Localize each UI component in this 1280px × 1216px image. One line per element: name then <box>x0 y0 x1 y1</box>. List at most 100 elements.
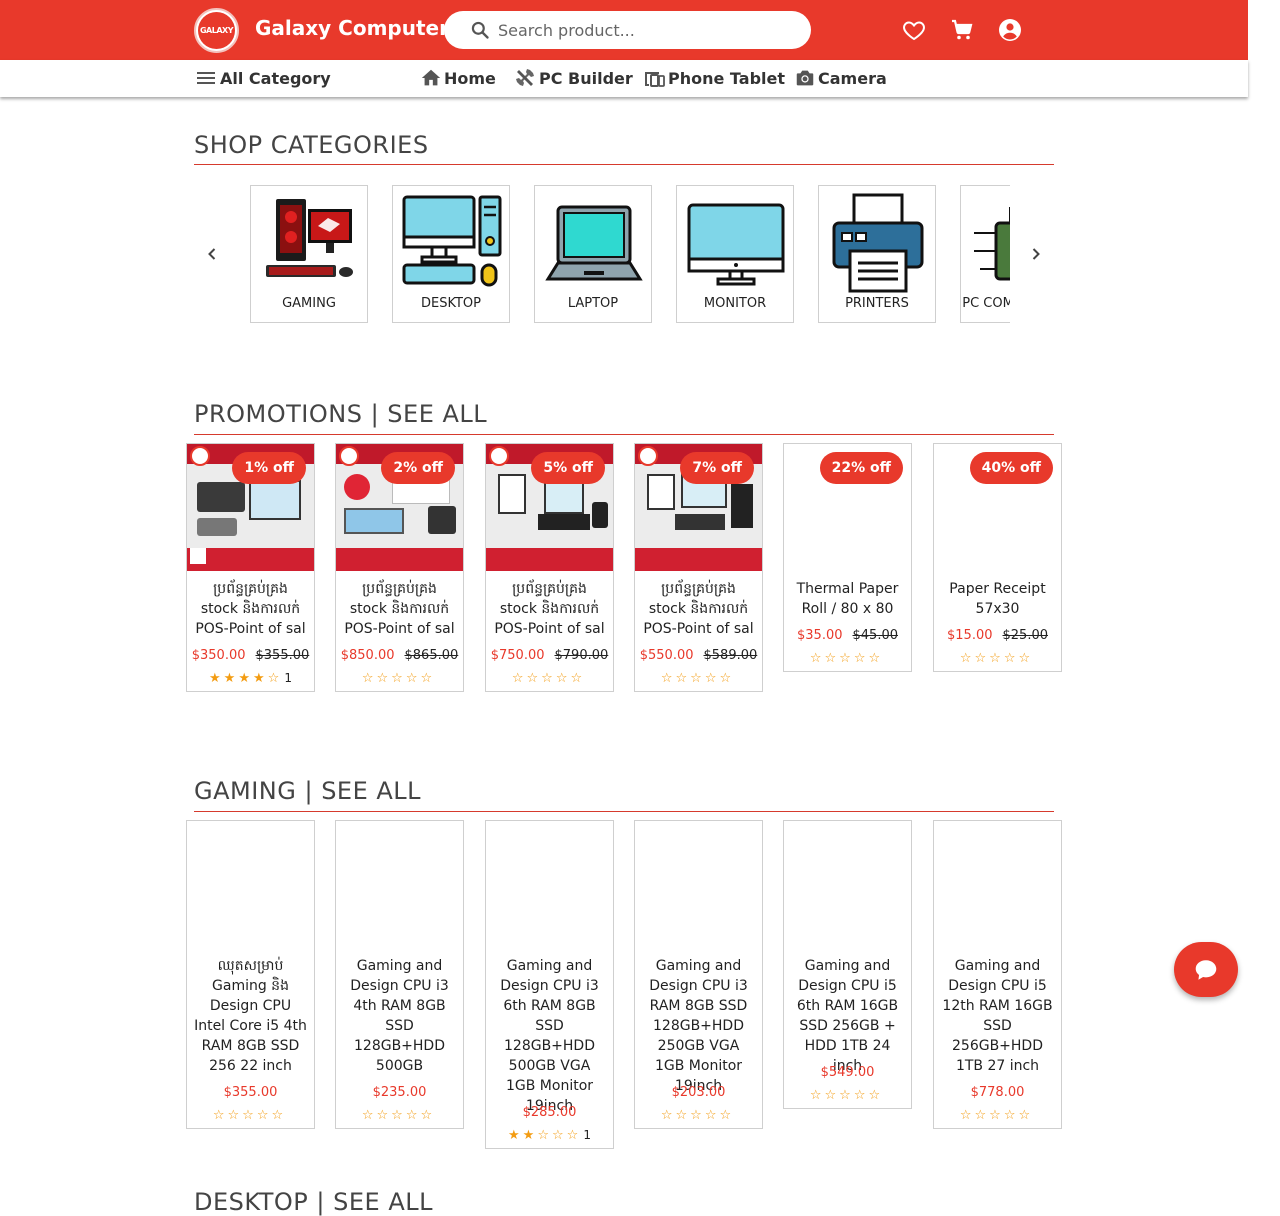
product-card[interactable]: Gaming and Design CPU i5 12th RAM 16GB S… <box>933 820 1062 1129</box>
heart-icon[interactable] <box>902 18 926 42</box>
site-logo[interactable]: GALAXY <box>194 8 239 53</box>
desktop-icon <box>402 195 502 287</box>
star-icons: ☆☆☆☆☆ <box>809 651 884 666</box>
nav-home[interactable]: Home <box>420 66 496 90</box>
category-label: PC COMPONENTS <box>962 296 1010 311</box>
product-card[interactable]: Gaming and Design CPU i5 6th RAM 16GB SS… <box>783 820 912 1109</box>
discount-badge: 5% off <box>531 452 605 484</box>
top-header: GALAXY Galaxy Computer <box>0 0 1248 60</box>
product-card[interactable]: Gaming and Design CPU i3 RAM 8GB SSD 128… <box>634 820 763 1129</box>
product-name[interactable]: Gaming and Design CPU i3 RAM 8GB SSD 128… <box>641 956 756 1096</box>
product-name[interactable]: ប្រព័ន្ធគ្រប់គ្រង stock និងការលក់ POS-Po… <box>193 579 308 639</box>
rating-stars: ☆☆☆☆☆ <box>934 1108 1061 1123</box>
product-name[interactable]: Gaming and Design CPU i5 12th RAM 16GB S… <box>940 956 1055 1076</box>
product-card[interactable]: 2% off ប្រព័ន្ធគ្រប់គ្រង stock និងការលក់… <box>335 443 464 692</box>
category-card-pc-components[interactable]: PC COMPONENTS <box>960 185 1010 323</box>
product-card[interactable]: 22% off Thermal Paper Roll / 80 x 80 $35… <box>783 443 912 672</box>
category-card-laptop[interactable]: LAPTOP <box>534 185 652 323</box>
chat-button[interactable] <box>1174 942 1238 997</box>
cart-icon[interactable] <box>950 18 974 42</box>
rating-stars: ☆☆☆☆☆ <box>635 671 762 686</box>
search-bar <box>444 11 811 49</box>
product-name[interactable]: Thermal Paper Roll / 80 x 80 <box>790 579 905 619</box>
rating-stars: ☆☆☆☆☆ <box>336 1108 463 1123</box>
search-icon[interactable] <box>470 20 490 40</box>
category-carousel: GAMING DESKTOP LAPTOP MONITOR PRINTERS P… <box>250 185 1010 325</box>
product-card[interactable]: ឈុតសម្រាប់ Gaming និង Design CPU Intel C… <box>186 820 315 1129</box>
menu-icon <box>197 72 215 84</box>
price: $778.00 <box>934 1085 1061 1100</box>
rating-count: 1 <box>284 671 292 685</box>
nav-pc-builder[interactable]: PC Builder <box>513 66 633 90</box>
all-category-menu[interactable]: All Category <box>194 66 331 90</box>
shop-categories-title: SHOP CATEGORIES <box>194 131 429 159</box>
nav-pc-builder-label: PC Builder <box>539 68 633 88</box>
chevron-left-icon[interactable] <box>202 244 222 264</box>
product-card[interactable]: Gaming and Design CPU i3 4th RAM 8GB SSD… <box>335 820 464 1129</box>
product-card[interactable]: 5% off ប្រព័ន្ធគ្រប់គ្រង stock និងការលក់… <box>485 443 614 692</box>
nav-camera-label: Camera <box>818 68 887 88</box>
gaming-title[interactable]: GAMING | SEE ALL <box>194 777 421 805</box>
category-card-monitor[interactable]: MONITOR <box>676 185 794 323</box>
star-icons: ☆☆☆☆☆ <box>809 1088 884 1103</box>
nav-home-label: Home <box>444 68 496 88</box>
price-value: $778.00 <box>970 1085 1025 1100</box>
star-icons: ☆☆☆☆☆ <box>660 1108 735 1123</box>
discount-badge: 2% off <box>381 452 455 484</box>
product-image <box>784 821 911 948</box>
product-name[interactable]: ប្រព័ន្ធគ្រប់គ្រង stock និងការលក់ POS-Po… <box>342 579 457 639</box>
category-card-printers[interactable]: PRINTERS <box>818 185 936 323</box>
old-price: $790.00 <box>554 648 609 663</box>
promotions-title[interactable]: PROMOTIONS | SEE ALL <box>194 400 487 428</box>
product-price-row: $850.00 $865.00 <box>336 648 463 663</box>
product-name[interactable]: Gaming and Design CPU i5 6th RAM 16GB SS… <box>790 956 905 1076</box>
logo-text: GALAXY <box>198 12 235 49</box>
rating-stars: ☆☆☆☆☆ <box>934 651 1061 666</box>
nav-phone-tablet[interactable]: Phone Tablet <box>642 66 785 90</box>
star-icons: ☆☆☆☆☆ <box>660 671 735 686</box>
price: $15.00 <box>947 628 993 643</box>
desktop-title[interactable]: DESKTOP | SEE ALL <box>194 1188 433 1216</box>
rating-count: 1 <box>583 1128 591 1142</box>
category-label: GAMING <box>282 296 336 311</box>
product-card[interactable]: 7% off ប្រព័ន្ធគ្រប់គ្រង stock និងការលក់… <box>634 443 763 692</box>
printer-icon <box>832 193 924 293</box>
price: $350.00 <box>191 648 246 663</box>
rating-stars: ☆☆☆☆☆ <box>635 1108 762 1123</box>
price: $750.00 <box>490 648 545 663</box>
category-label: DESKTOP <box>420 296 481 311</box>
chevron-right-icon[interactable] <box>1026 244 1046 264</box>
search-input[interactable] <box>498 20 798 40</box>
product-name[interactable]: ប្រព័ន្ធគ្រប់គ្រង stock និងការលក់ POS-Po… <box>641 579 756 639</box>
old-price: $25.00 <box>1002 628 1049 643</box>
category-label: PRINTERS <box>845 296 909 311</box>
rating-stars: ☆☆☆☆☆ <box>784 651 911 666</box>
account-icon[interactable] <box>998 18 1022 42</box>
product-card[interactable]: 1% off ប្រព័ន្ធគ្រប់គ្រង stock និងការលក់… <box>186 443 315 692</box>
discount-badge: 1% off <box>232 452 306 484</box>
tools-icon <box>516 69 534 86</box>
chat-bubble-icon <box>1195 959 1217 980</box>
product-card[interactable]: 40% off Paper Receipt 57x30 $15.00 $25.00… <box>933 443 1062 672</box>
product-name[interactable]: Gaming and Design CPU i3 6th RAM 8GB SSD… <box>492 956 607 1116</box>
product-name[interactable]: Gaming and Design CPU i3 4th RAM 8GB SSD… <box>342 956 457 1076</box>
product-price-row: $750.00 $790.00 <box>486 648 613 663</box>
price: $35.00 <box>797 628 843 643</box>
product-price-row: $15.00 $25.00 <box>934 628 1061 643</box>
product-name[interactable]: ប្រព័ន្ធគ្រប់គ្រង stock និងការលក់ POS-Po… <box>492 579 607 639</box>
category-card-desktop[interactable]: DESKTOP <box>392 185 510 323</box>
product-name[interactable]: Paper Receipt 57x30 <box>940 579 1055 619</box>
nav-camera[interactable]: Camera <box>794 66 887 90</box>
product-name[interactable]: ឈុតសម្រាប់ Gaming និង Design CPU Intel C… <box>193 956 308 1076</box>
price: $235.00 <box>336 1085 463 1100</box>
price-value: $235.00 <box>372 1085 427 1100</box>
star-icons: ☆☆☆☆☆ <box>959 651 1034 666</box>
product-card[interactable]: Gaming and Design CPU i3 6th RAM 8GB SSD… <box>485 820 614 1149</box>
gaming-pc-image <box>266 199 353 277</box>
brand-name[interactable]: Galaxy Computer <box>255 16 449 40</box>
rating-stars: ☆☆☆☆☆ <box>486 671 613 686</box>
product-image <box>336 821 463 948</box>
rating-stars: ★★★★☆ 1 <box>187 671 314 686</box>
category-card-gaming[interactable]: GAMING <box>250 185 368 323</box>
star-icons: ★★★★☆ <box>209 671 283 686</box>
